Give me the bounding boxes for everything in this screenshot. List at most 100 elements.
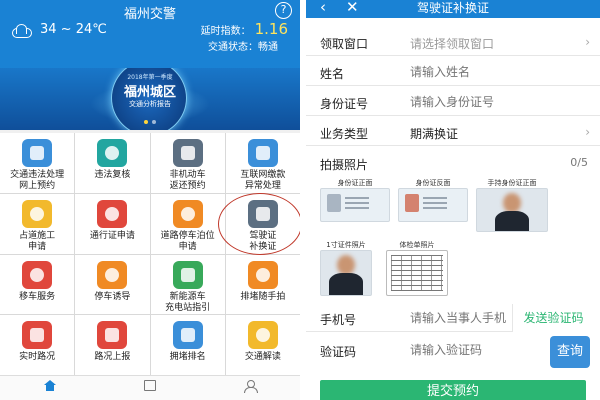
- service-payment-exception[interactable]: 互联网缴款 异常处理: [225, 133, 300, 193]
- name-input[interactable]: [410, 65, 570, 79]
- phone-label: 手机号: [320, 313, 357, 327]
- service-move-car[interactable]: 移车服务: [0, 254, 75, 315]
- window-select[interactable]: 请选择领取窗口: [410, 35, 570, 52]
- profile-icon: [244, 380, 258, 393]
- person-image: [320, 250, 372, 296]
- phone-row: 手机号: [306, 304, 512, 332]
- home-screen: 福州交警 ? 34 ~ 24℃ 延时指数： 1.16 交通状态：畅通 2018年…: [0, 0, 300, 400]
- weather-widget: 34 ~ 24℃: [10, 22, 107, 38]
- tab-profile[interactable]: [200, 376, 300, 400]
- service-congestion-rank[interactable]: 拥堵排名: [150, 315, 225, 375]
- service-charging-station[interactable]: 新能源车 充电站指引: [150, 254, 225, 315]
- exam-form-image: [386, 250, 448, 296]
- send-code-button[interactable]: 发送验证码: [512, 304, 594, 332]
- move-car-icon: [22, 260, 53, 289]
- type-label: 业务类型: [320, 127, 369, 141]
- window-label: 领取窗口: [320, 37, 369, 51]
- photo-section-header: 拍摄照片 0/5: [306, 152, 600, 174]
- phone-input[interactable]: [410, 311, 506, 325]
- photo-count: 0/5: [570, 156, 588, 169]
- photo-caption: 身份证正面: [337, 179, 373, 187]
- report-banner[interactable]: 2018年第一季度 福州城区 交通分析报告: [0, 68, 300, 130]
- id-row: 身份证号: [306, 88, 600, 116]
- service-label: 互联网缴款 异常处理: [240, 170, 286, 191]
- violation-handling-icon: [22, 139, 53, 167]
- service-label: 道路停车泊位 申请: [160, 230, 215, 252]
- delay-label: 延时指数：: [200, 26, 251, 37]
- service-license-replace[interactable]: 驾驶证 补换证: [225, 193, 300, 254]
- service-traffic-interpret[interactable]: 交通解读: [225, 315, 300, 375]
- congestion-rank-icon: [172, 321, 203, 350]
- service-label: 交通解读: [244, 352, 281, 363]
- code-input[interactable]: [410, 343, 530, 357]
- hold-id-photo[interactable]: 手持身份证正面: [476, 178, 548, 232]
- name-label: 姓名: [320, 67, 345, 81]
- service-traffic-report[interactable]: 路况上报: [75, 315, 150, 375]
- service-label: 拥堵排名: [169, 352, 206, 363]
- id-front-photo[interactable]: 身份证正面: [320, 178, 390, 222]
- tab-map[interactable]: [100, 376, 200, 400]
- photo-caption: 身份证反面: [415, 179, 451, 187]
- service-bicycle-return[interactable]: 非机动车 返还预约: [150, 133, 225, 193]
- charging-station-icon: [172, 260, 203, 289]
- home-header: 福州交警 ? 34 ~ 24℃ 延时指数： 1.16 交通状态：畅通: [0, 0, 300, 68]
- tab-home[interactable]: [0, 376, 100, 400]
- cloud-icon: [10, 23, 32, 38]
- service-label: 交通违法处理 网上预约: [10, 170, 65, 191]
- photo-caption: 1寸证件照片: [326, 241, 366, 249]
- temperature-text: 34 ~ 24℃: [40, 22, 107, 37]
- banner-pager: [0, 120, 300, 124]
- itjd-icon: [247, 321, 278, 350]
- service-pass-permit[interactable]: 通行证申请: [75, 193, 150, 254]
- service-parking-berth[interactable]: 道路停车泊位 申请: [150, 193, 225, 254]
- id-number-input[interactable]: [410, 95, 570, 109]
- service-label: 路况上报: [94, 352, 131, 363]
- id-card-image: [398, 188, 468, 222]
- type-select[interactable]: 期满换证: [410, 125, 570, 142]
- chevron-right-icon: ›: [585, 35, 590, 49]
- window-row[interactable]: 领取窗口 请选择领取窗口 ›: [306, 28, 600, 56]
- photo-caption: 手持身份证正面: [487, 179, 537, 187]
- service-violation-booking[interactable]: 交通违法处理 网上预约: [0, 133, 75, 193]
- person-image: [476, 188, 548, 232]
- traffic-light-icon: [22, 321, 53, 350]
- id-back-photo[interactable]: 身份证反面: [398, 178, 468, 222]
- service-label: 实时路况: [19, 352, 56, 363]
- service-label: 驾驶证 补换证: [249, 230, 277, 252]
- bottom-tab-bar: [0, 375, 300, 400]
- pass-permit-icon: [97, 199, 128, 228]
- service-label: 非机动车 返还预约: [169, 170, 206, 191]
- license-replace-icon: [247, 199, 278, 228]
- type-row[interactable]: 业务类型 期满换证 ›: [306, 118, 600, 146]
- photo-label: 拍摄照片: [320, 158, 369, 172]
- review-icon: [97, 139, 128, 167]
- service-realtime-traffic[interactable]: 实时路况: [0, 315, 75, 375]
- service-label: 占道施工 申请: [19, 230, 56, 252]
- physical-exam-photo[interactable]: 体检单照片: [386, 240, 448, 296]
- service-road-construction[interactable]: 占道施工 申请: [0, 193, 75, 254]
- pager-dot[interactable]: [152, 120, 156, 124]
- name-row: 姓名: [306, 58, 600, 86]
- service-violation-review[interactable]: 违法复核: [75, 133, 150, 193]
- service-label: 停车诱导: [94, 291, 131, 302]
- license-replace-form: ‹ ✕ 驾驶证补换证 领取窗口 请选择领取窗口 › 姓名 身份证号 业务类型 期…: [306, 0, 600, 400]
- report-icon: [97, 321, 128, 350]
- delay-index: 延时指数： 1.16: [201, 20, 288, 38]
- service-grid: 交通违法处理 网上预约 违法复核 非机动车 返还预约 互联网缴款 异常处理 占道…: [0, 133, 300, 375]
- photo-caption: 体检单照片: [399, 241, 435, 249]
- code-label: 验证码: [320, 345, 357, 359]
- submit-button[interactable]: 提交预约: [320, 380, 586, 400]
- bicycle-return-icon: [172, 139, 203, 167]
- banner-caption: 交通分析报告: [129, 100, 171, 108]
- pager-dot-active[interactable]: [144, 120, 148, 124]
- one-inch-photo[interactable]: 1寸证件照片: [320, 240, 372, 296]
- traffic-status: 交通状态：畅通: [208, 42, 278, 53]
- service-snapshot[interactable]: 排堵随手拍: [225, 254, 300, 315]
- payment-exception-icon: [247, 139, 278, 167]
- id-label: 身份证号: [320, 97, 369, 111]
- service-parking-guide[interactable]: 停车诱导: [75, 254, 150, 315]
- help-icon[interactable]: ?: [275, 2, 292, 19]
- page-title: 驾驶证补换证: [416, 1, 489, 15]
- query-button[interactable]: 查询: [550, 336, 590, 368]
- road-construction-icon: [22, 199, 53, 228]
